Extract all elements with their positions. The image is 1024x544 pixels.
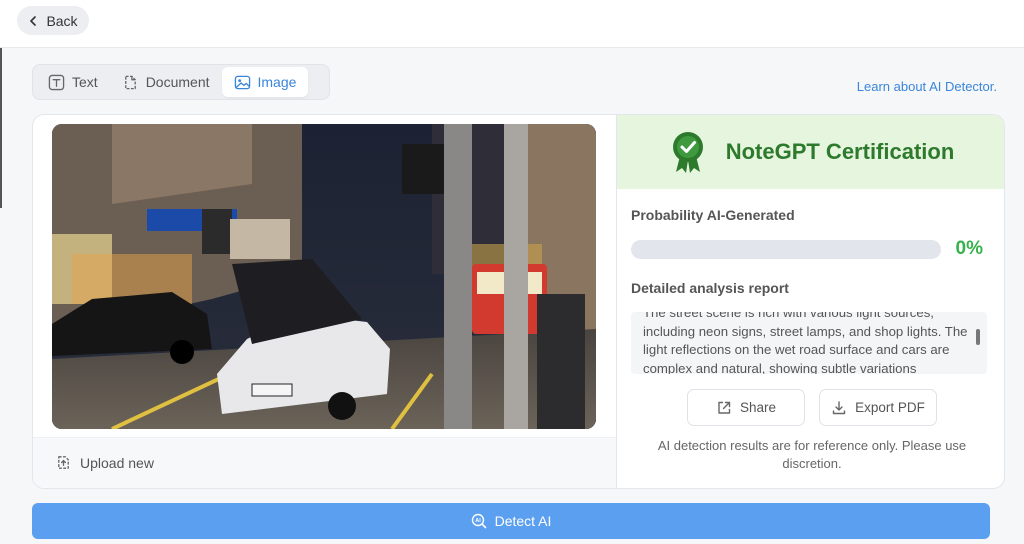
back-label: Back bbox=[46, 12, 78, 29]
report-label: Detailed analysis report bbox=[631, 280, 789, 296]
certification-title: NoteGPT Certification bbox=[725, 139, 955, 164]
chevron-left-icon bbox=[30, 15, 37, 26]
report-text: The street scene is rich with various li… bbox=[643, 312, 968, 374]
tab-image[interactable]: Image bbox=[221, 67, 309, 97]
probability-value: 0% bbox=[955, 238, 983, 259]
window-edge bbox=[0, 48, 2, 208]
learn-about-link[interactable]: Learn about AI Detector. bbox=[857, 79, 997, 94]
upload-bar: Upload new bbox=[33, 437, 616, 488]
share-label: Share bbox=[739, 400, 777, 415]
tab-image-label: Image bbox=[257, 74, 297, 90]
back-button[interactable]: Back bbox=[17, 6, 89, 35]
download-icon bbox=[832, 400, 846, 414]
share-icon bbox=[718, 401, 731, 414]
report-scrollbar[interactable] bbox=[976, 329, 980, 345]
upload-icon bbox=[58, 456, 69, 469]
tab-text[interactable]: Text bbox=[36, 67, 110, 97]
export-pdf-button[interactable]: Export PDF bbox=[819, 389, 937, 426]
svg-text:AI: AI bbox=[475, 518, 481, 524]
image-icon bbox=[234, 75, 250, 89]
document-icon bbox=[124, 75, 136, 89]
ai-search-icon: AI bbox=[471, 513, 486, 529]
upload-new-label: Upload new bbox=[80, 454, 154, 471]
mode-tabs: Text Document Image bbox=[32, 64, 330, 100]
tab-document-label: Document bbox=[145, 74, 210, 90]
certification-header: NoteGPT Certification bbox=[617, 115, 1004, 189]
detect-ai-button[interactable]: AI Detect AI bbox=[32, 503, 990, 539]
uploaded-image bbox=[52, 124, 596, 429]
detect-ai-label: Detect AI bbox=[494, 513, 552, 529]
ribbon-check-icon bbox=[672, 132, 703, 173]
export-pdf-label: Export PDF bbox=[855, 400, 925, 415]
upload-new-button[interactable]: Upload new bbox=[55, 454, 154, 471]
result-pane: NoteGPT Certification Probability AI-Gen… bbox=[616, 115, 1004, 488]
detector-panel: Upload new NoteGPT Certification Probabi… bbox=[32, 114, 1005, 489]
share-button[interactable]: Share bbox=[687, 389, 805, 426]
image-pane: Upload new bbox=[33, 115, 616, 488]
report-text-box[interactable]: The street scene is rich with various li… bbox=[631, 312, 987, 374]
probability-label: Probability AI-Generated bbox=[631, 207, 795, 223]
probability-bar bbox=[631, 240, 941, 259]
tab-document[interactable]: Document bbox=[110, 67, 222, 97]
top-bar: Back bbox=[0, 0, 1024, 48]
disclaimer-text: AI detection results are for reference o… bbox=[657, 438, 967, 471]
text-icon bbox=[48, 74, 65, 90]
tab-text-label: Text bbox=[72, 74, 98, 90]
